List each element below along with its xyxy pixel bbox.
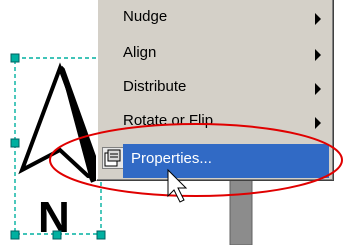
menu-item-distribute[interactable]: Distribute — [97, 72, 331, 106]
submenu-arrow-icon — [315, 83, 321, 95]
menu-item-label: Nudge — [123, 8, 168, 25]
menu-item-label: Distribute — [123, 78, 187, 95]
selection-handle-se[interactable] — [96, 230, 106, 240]
submenu-arrow-icon — [315, 49, 321, 61]
menu-item-label: Align — [123, 44, 157, 61]
submenu-arrow-icon — [315, 117, 321, 129]
post-graphic — [229, 174, 253, 245]
menu-item-properties[interactable]: Properties... — [123, 144, 329, 178]
selection-handle-nw[interactable] — [10, 53, 20, 63]
menu-item-label: Rotate or Flip — [123, 112, 214, 129]
properties-icon — [102, 147, 124, 169]
selection-handle-sw[interactable] — [10, 230, 20, 240]
selection-handle-w[interactable] — [10, 138, 20, 148]
selection-handle-s[interactable] — [52, 230, 62, 240]
submenu-arrow-icon — [315, 13, 321, 25]
menu-item-nudge[interactable]: Nudge — [97, 2, 331, 36]
menu-item-align[interactable]: Align — [97, 38, 331, 72]
menu-item-label: Properties... — [131, 150, 212, 167]
menu-item-rotate-or-flip[interactable]: Rotate or Flip — [97, 106, 331, 140]
context-menu: Nudge Align Distribute Rotate or Flip Pr… — [96, 0, 334, 181]
